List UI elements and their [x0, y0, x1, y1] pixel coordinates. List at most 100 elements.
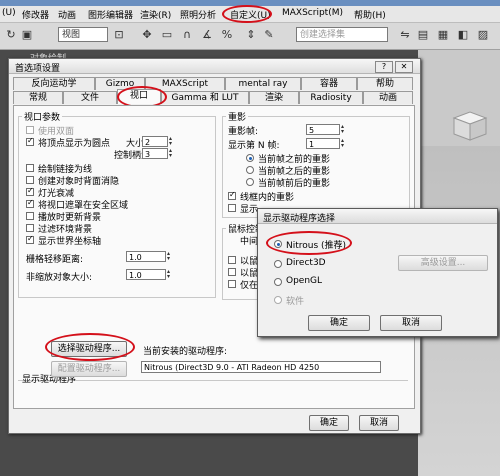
- tab-gamma-lut[interactable]: Gamma 和 LUT: [161, 91, 249, 104]
- checkbox-mask-safe-region[interactable]: [26, 198, 34, 208]
- radio-opengl[interactable]: [274, 278, 282, 286]
- tab-radiosity[interactable]: Radiosity: [299, 91, 363, 104]
- label-ghost-show: 显示: [240, 205, 259, 215]
- main-toolbar: ↻ ▣ 视图 ⊡ ✥ ▭ ∩ ∡ % ⇕ ✎ 创建选择集 ⇋ ▤ ▦ ◧ ▨: [0, 23, 500, 50]
- label-vertices-as-dots: 将顶点显示为圆点: [38, 139, 111, 149]
- driver-selection-dialog: 显示驱动程序选择 Nitrous (推荐) Direct3D OpenGL 软件…: [257, 208, 498, 337]
- snap-angle-icon[interactable]: ∡: [200, 28, 214, 42]
- radio-ghost-before[interactable]: [246, 154, 254, 162]
- dot-size-input[interactable]: 2: [142, 136, 168, 147]
- viewport-params-label: 视口参数: [22, 110, 63, 123]
- align-tool-icon[interactable]: ▤: [416, 28, 430, 42]
- ghost-frames-input[interactable]: 5: [306, 124, 340, 135]
- schematic-icon[interactable]: ▨: [476, 28, 490, 42]
- spinner-arrows-icon[interactable]: ▴ ▾: [167, 251, 173, 262]
- tab-animation[interactable]: 动画: [363, 91, 413, 104]
- label-middle-button: 中间: [240, 237, 259, 247]
- menu-item-lighting-analysis[interactable]: 照明分析: [180, 8, 216, 21]
- radio-ghost-both[interactable]: [246, 178, 254, 186]
- grid-nudge-input[interactable]: 1.0: [126, 251, 166, 262]
- mirror-icon[interactable]: ⇋: [398, 28, 412, 42]
- display-drivers-divider: [18, 380, 408, 382]
- checkbox-wireframe-ghost[interactable]: [228, 190, 236, 200]
- advanced-settings-button[interactable]: 高级设置...: [398, 255, 488, 271]
- pivot-icon[interactable]: ⊡: [112, 28, 126, 42]
- preferences-title-bar: 首选项设置 ? ✕: [9, 59, 420, 74]
- highlight-ring-nitrous: [266, 231, 352, 255]
- menu-item-rendering[interactable]: 渲染(R): [140, 8, 171, 21]
- highlight-ring-choose-driver: [45, 333, 135, 361]
- checkbox-mouse-3[interactable]: [228, 280, 236, 288]
- label-nonscale-size: 非缩放对象大小:: [26, 273, 93, 283]
- nonscale-size-input[interactable]: 1.0: [126, 269, 166, 280]
- magnet-icon[interactable]: ∩: [180, 28, 194, 42]
- checkbox-update-bg-playback[interactable]: [26, 212, 34, 220]
- menu-item-graph-editors[interactable]: 图形编辑器: [88, 8, 133, 21]
- checkbox-draw-links-as-lines[interactable]: [26, 164, 34, 172]
- checkbox-vertices-as-dots[interactable]: [26, 136, 34, 146]
- checkbox-filter-env-bg[interactable]: [26, 224, 34, 232]
- checkbox-use-dual-planes[interactable]: [26, 126, 34, 134]
- spinner-arrows-icon[interactable]: ▴ ▾: [169, 148, 175, 159]
- menu-item-modifiers[interactable]: 修改器: [22, 8, 49, 21]
- menu-item-animation[interactable]: 动画: [58, 8, 76, 21]
- configure-driver-button[interactable]: 配置驱动程序...: [51, 361, 127, 377]
- prefs-ok-button[interactable]: 确定: [309, 415, 349, 431]
- spinner-arrows-icon[interactable]: ▴ ▾: [167, 269, 173, 280]
- checkbox-ghost-show[interactable]: [228, 204, 236, 212]
- label-software: 软件: [286, 297, 305, 307]
- label-ghost-frames: 重影帧:: [228, 127, 259, 137]
- select-icon[interactable]: ▣: [20, 28, 34, 42]
- driver-dialog-title: 显示驱动程序选择: [263, 214, 336, 224]
- spinner-arrows-icon[interactable]: ▴ ▾: [341, 124, 347, 135]
- align-icon[interactable]: ▭: [160, 28, 174, 42]
- current-driver-value: Nitrous (Direct3D 9.0 - ATI Radeon HD 42…: [141, 361, 381, 373]
- move-icon[interactable]: ✥: [140, 28, 154, 42]
- label-direct3d: Direct3D: [286, 258, 326, 268]
- tab-help[interactable]: 帮助: [357, 77, 413, 90]
- curve-editor-icon[interactable]: ◧: [456, 28, 470, 42]
- label-opengl: OpenGL: [286, 276, 323, 286]
- label-nth-frame: 显示第 N 帧:: [228, 141, 280, 151]
- nth-frame-input[interactable]: 1: [306, 138, 340, 149]
- checkbox-backface-cull[interactable]: [26, 176, 34, 184]
- radio-ghost-after[interactable]: [246, 166, 254, 174]
- layer-icon[interactable]: ▦: [436, 28, 450, 42]
- spinner-snap-icon[interactable]: ⇕: [244, 28, 258, 42]
- help-icon[interactable]: ?: [375, 61, 393, 73]
- checkbox-attenuate-lights[interactable]: [26, 186, 34, 196]
- reference-coord-combo[interactable]: 视图: [58, 27, 108, 42]
- tab-rendering[interactable]: 渲染: [249, 91, 299, 104]
- menu-item-help[interactable]: 帮助(H): [354, 8, 386, 21]
- spinner-arrows-icon[interactable]: ▴ ▾: [341, 138, 347, 149]
- radio-direct3d[interactable]: [274, 260, 282, 268]
- viewcube-icon[interactable]: [448, 108, 490, 142]
- named-sel-edit-icon[interactable]: ✎: [262, 28, 276, 42]
- tab-mental-ray[interactable]: mental ray: [225, 77, 301, 90]
- label-ghost-both: 当前帧前后的重影: [258, 179, 331, 189]
- tab-containers[interactable]: 容器: [301, 77, 357, 90]
- label-world-axis: 显示世界坐标轴: [38, 237, 102, 247]
- checkbox-mouse-2[interactable]: [228, 268, 236, 276]
- menu-item-maxscript[interactable]: MAXScript(M): [282, 8, 343, 18]
- ghosting-label: 重影: [226, 110, 249, 123]
- tab-general[interactable]: 常规: [13, 91, 63, 104]
- close-icon[interactable]: ✕: [395, 61, 413, 73]
- driver-dialog-title-bar: 显示驱动程序选择: [258, 209, 497, 224]
- named-selection-set-combo[interactable]: 创建选择集: [296, 27, 388, 42]
- radio-software[interactable]: [274, 296, 282, 304]
- handle-size-input[interactable]: 3: [142, 148, 168, 159]
- driver-cancel-button[interactable]: 取消: [380, 315, 442, 331]
- highlight-ring-customize: [222, 5, 272, 23]
- checkbox-world-axis[interactable]: [26, 234, 34, 244]
- tab-files[interactable]: 文件: [63, 91, 117, 104]
- checkbox-mouse-1[interactable]: [228, 256, 236, 264]
- spinner-arrows-icon[interactable]: ▴ ▾: [169, 136, 175, 147]
- driver-ok-button[interactable]: 确定: [308, 315, 370, 331]
- rotate-icon[interactable]: ↻: [4, 28, 18, 42]
- tab-ik[interactable]: 反向运动学: [13, 77, 95, 90]
- label-grid-nudge: 栅格轻移距离:: [26, 255, 84, 265]
- menu-item-u[interactable]: (U): [2, 8, 16, 18]
- snap-percent-icon[interactable]: %: [220, 28, 234, 42]
- prefs-cancel-button[interactable]: 取消: [359, 415, 399, 431]
